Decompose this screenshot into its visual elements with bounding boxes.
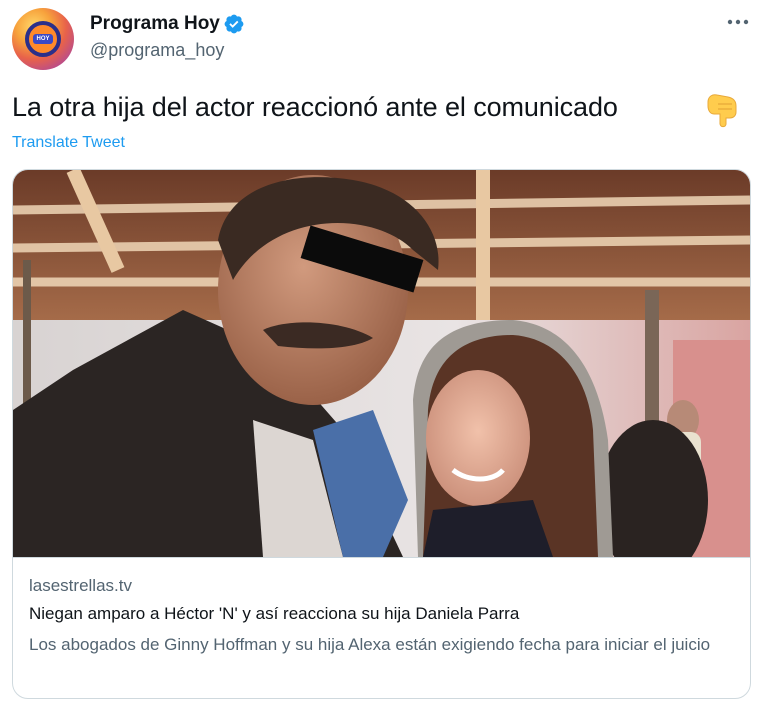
tweet: HOY Programa Hoy @programa_hoy La otra h… [0, 0, 768, 710]
link-card-image[interactable] [13, 170, 750, 557]
pointing-down-emoji-icon [707, 94, 737, 128]
display-name[interactable]: Programa Hoy [90, 13, 220, 35]
tweet-text: La otra hija del actor reaccionó ante el… [12, 92, 618, 122]
user-handle[interactable]: @programa_hoy [90, 40, 224, 61]
verified-badge-icon [224, 14, 244, 34]
link-card[interactable]: lasestrellas.tv Niegan amparo a Héctor '… [12, 169, 751, 699]
photo-illustration [13, 170, 750, 557]
avatar[interactable]: HOY [12, 8, 74, 70]
translate-tweet-link[interactable]: Translate Tweet [12, 134, 125, 152]
programa-hoy-logo-icon: HOY [25, 21, 61, 57]
link-card-meta[interactable]: lasestrellas.tv Niegan amparo a Héctor '… [13, 557, 750, 698]
link-card-description: Los abogados de Ginny Hoffman y su hija … [29, 635, 711, 654]
ellipsis-icon[interactable] [724, 12, 752, 32]
link-card-domain: lasestrellas.tv [29, 576, 132, 595]
link-card-title: Niegan amparo a Héctor 'N' y así reaccio… [29, 604, 520, 623]
